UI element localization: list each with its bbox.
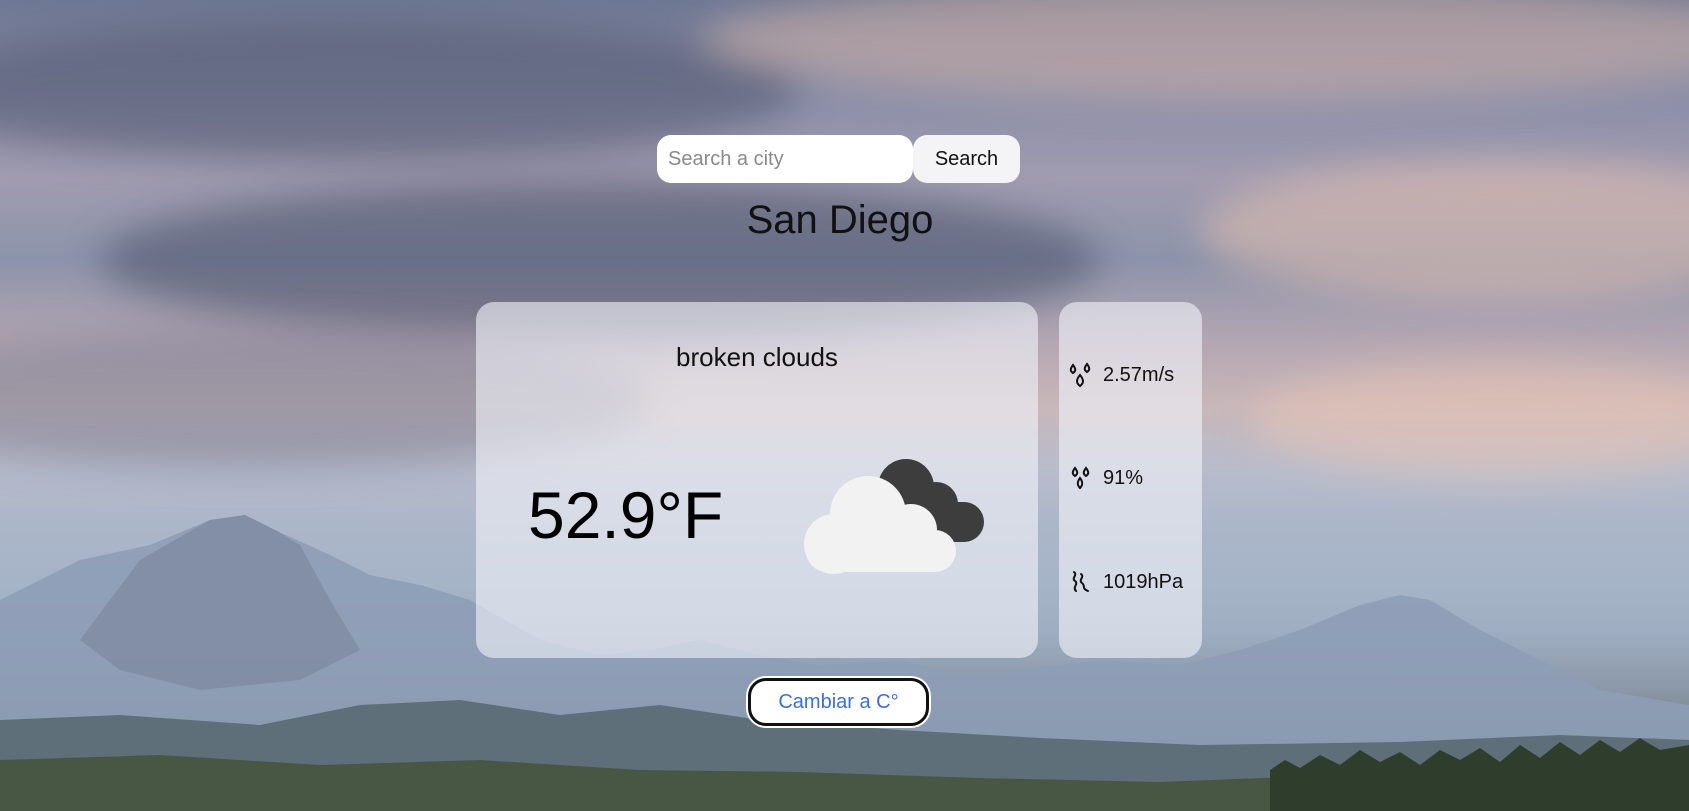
wind-icon (1069, 362, 1091, 388)
humidity-stat: 91% (1069, 466, 1143, 490)
pressure-icon (1072, 571, 1089, 592)
unit-toggle-button[interactable]: Cambiar a C° (748, 678, 929, 726)
humidity-icon (1071, 466, 1090, 490)
city-title: San Diego (746, 198, 934, 242)
stats-card: 2.57m/s 91% 1019hPa (1059, 302, 1202, 658)
search-input[interactable] (657, 135, 913, 183)
wind-value: 2.57m/s (1103, 363, 1175, 386)
wind-stat: 2.57m/s (1069, 362, 1174, 388)
temperature-value: 52.9°F (528, 478, 724, 552)
weather-description: broken clouds (676, 342, 838, 372)
search-bar: Search (657, 135, 1020, 183)
humidity-value: 91% (1103, 466, 1144, 489)
pressure-value: 1019hPa (1103, 570, 1184, 593)
pressure-stat: 1019hPa (1069, 570, 1183, 594)
search-button[interactable]: Search (913, 135, 1020, 183)
broken-clouds-icon (804, 459, 984, 574)
weather-card: broken clouds 52.9°F (476, 302, 1038, 658)
